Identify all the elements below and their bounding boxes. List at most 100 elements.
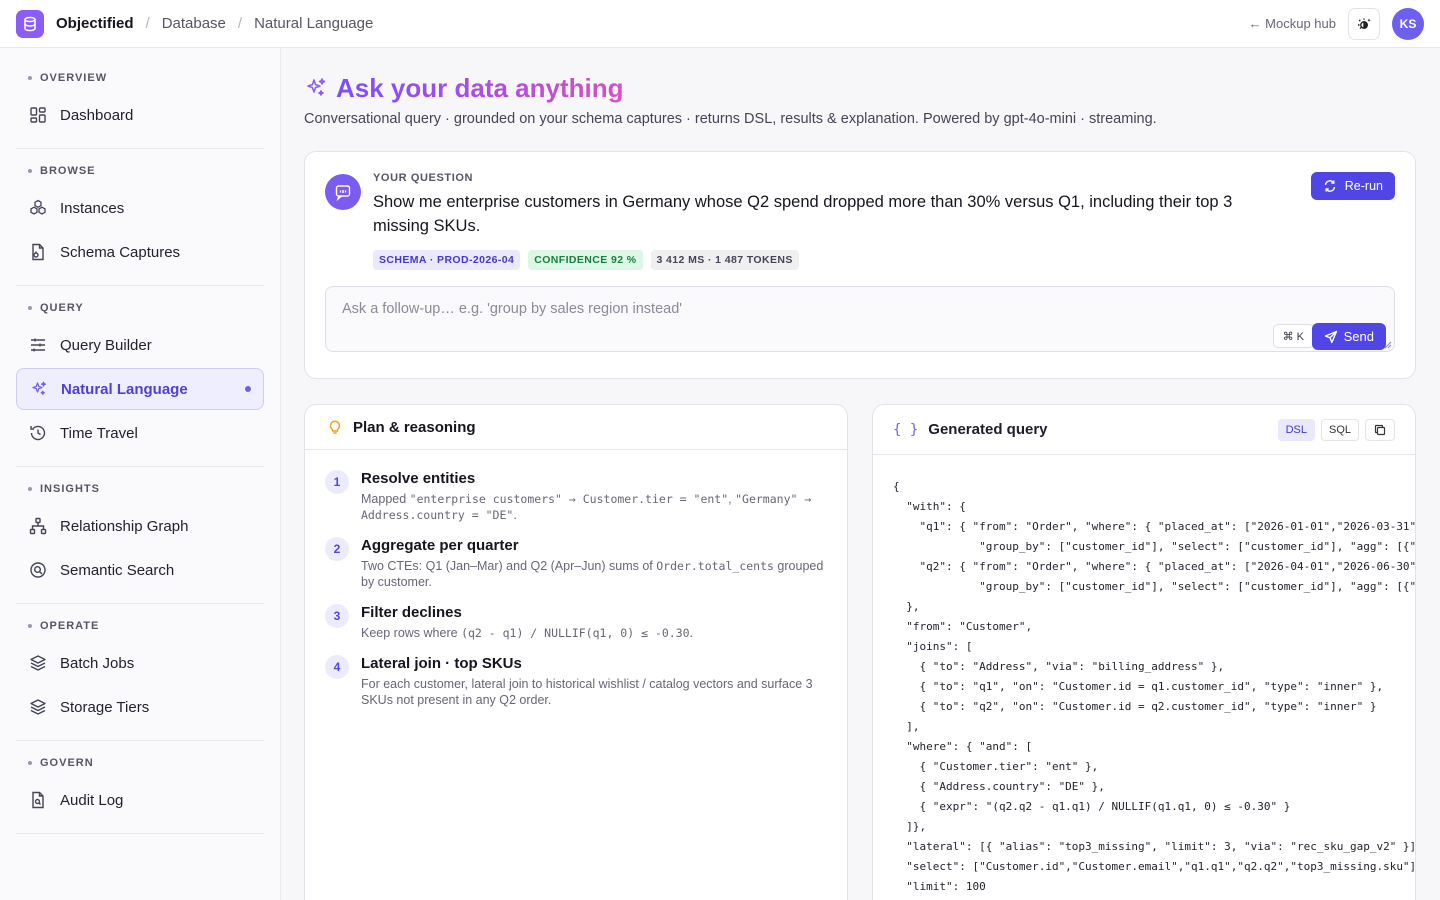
code-line: "joins": [ xyxy=(893,640,973,653)
breadcrumb-natural-language: Natural Language xyxy=(254,15,374,32)
code-line: { "Address.country": "DE" }, xyxy=(893,780,1105,793)
sidebar-item-storage-tiers[interactable]: Storage Tiers xyxy=(16,686,264,728)
theme-icon xyxy=(1358,18,1371,29)
chat-bubble-icon xyxy=(325,174,361,210)
confidence-badge: CONFIDENCE 92 % xyxy=(528,250,643,270)
page-title: Ask your data anything xyxy=(304,72,1416,103)
step-number: 2 xyxy=(325,537,349,561)
graph-icon xyxy=(28,516,48,536)
sidebar-item-query-builder[interactable]: Query Builder xyxy=(16,324,264,366)
nav-section-title: BROWSE xyxy=(16,165,264,177)
code-line: }, xyxy=(893,600,920,613)
sidebar-item-label: Query Builder xyxy=(60,336,152,354)
plan-card-header: Plan & reasoning xyxy=(305,405,847,450)
question-label: YOUR QUESTION xyxy=(373,172,474,184)
code-line: { "to": "q2", "on": "Customer.id = q2.cu… xyxy=(893,700,1377,713)
audit-icon xyxy=(28,790,48,810)
page-heading: Ask your data anything xyxy=(336,72,624,103)
resize-handle-icon[interactable] xyxy=(1384,341,1392,349)
step-title: Filter declines xyxy=(361,604,462,621)
code-line: { xyxy=(893,480,900,493)
active-indicator-dot xyxy=(245,386,251,392)
followup-box: ⌘ K Send xyxy=(325,286,1395,352)
sidebar-item-semantic-search[interactable]: Semantic Search xyxy=(16,549,264,591)
braces-icon: { } xyxy=(893,421,919,438)
lightbulb-icon xyxy=(329,420,341,434)
mockup-hub-link[interactable]: ← Mockup hub xyxy=(1249,16,1336,31)
nav-section-title: INSIGHTS xyxy=(16,483,264,495)
sidebar-item-natural-language[interactable]: Natural Language xyxy=(16,368,264,410)
main-content: Ask your data anything Conversational qu… xyxy=(304,48,1416,900)
code-line: "from": "Customer", xyxy=(893,620,1033,633)
sidebar-item-time-travel[interactable]: Time Travel xyxy=(16,412,264,454)
followup-input[interactable] xyxy=(342,301,1242,317)
step-description: Mapped "enterprise customers" → Customer… xyxy=(361,492,812,522)
step-title: Aggregate per quarter xyxy=(361,537,519,554)
section-dot xyxy=(28,76,32,80)
nav-section-overview: OVERVIEW Dashboard xyxy=(16,48,264,149)
section-dot xyxy=(28,487,32,491)
sidebar-item-dashboard[interactable]: Dashboard xyxy=(16,94,264,136)
section-title-label: OVERVIEW xyxy=(40,72,108,84)
sidebar-item-relationship-graph[interactable]: Relationship Graph xyxy=(16,505,264,547)
nav-section-insights: INSIGHTS Relationship Graph Semantic Searc… xyxy=(16,467,264,604)
sidebar-item-label: Relationship Graph xyxy=(60,517,189,535)
question-card: YOUR QUESTION Show me enterprise custome… xyxy=(304,151,1416,379)
sql-toggle[interactable]: SQL xyxy=(1320,418,1359,441)
sidebar-item-label: Instances xyxy=(60,199,125,217)
plan-step: 2 Aggregate per quarter Two CTEs: Q1 (Jan–… xyxy=(325,537,827,590)
breadcrumb-database[interactable]: Database xyxy=(162,15,226,32)
sidebar-item-label: Time Travel xyxy=(60,424,138,442)
nav-section-query: QUERY Query Builder Natural Language Time T… xyxy=(16,286,264,467)
theme-toggle-button[interactable] xyxy=(1348,7,1380,40)
code-line: "group_by": ["customer_id"], "select": [… xyxy=(979,540,1416,553)
send-label: Send xyxy=(1343,329,1374,344)
brand-name[interactable]: Objectified xyxy=(56,15,134,32)
step-number: 3 xyxy=(325,604,349,628)
nav-section-title: GOVERN xyxy=(16,757,264,769)
sidebar-item-audit-log[interactable]: Audit Log xyxy=(16,779,264,821)
sidebar-item-label: Schema Captures xyxy=(60,243,181,261)
sidebar-item-label: Dashboard xyxy=(60,106,134,124)
code-line: "group_by": ["customer_id"], "select": [… xyxy=(979,580,1416,593)
copy-button[interactable] xyxy=(1365,418,1395,441)
query-card: { } Generated query DSL SQL { "with": { … xyxy=(872,404,1416,900)
code-line: "q1": { "from": "Order", "where": { "pla… xyxy=(893,520,1416,533)
dsl-toggle[interactable]: DSL xyxy=(1277,418,1315,441)
step-number: 1 xyxy=(325,470,349,494)
sidebar-item-schema-captures[interactable]: Schema Captures xyxy=(16,231,264,273)
breadcrumb-separator: / xyxy=(145,15,150,32)
code-line: ], xyxy=(893,720,920,733)
code-line: "with": { xyxy=(893,500,966,513)
breadcrumb-separator: / xyxy=(237,15,243,32)
section-dot xyxy=(28,761,32,765)
sidebar-item-label: Storage Tiers xyxy=(60,698,150,716)
refresh-icon xyxy=(1324,180,1335,192)
question-text: Show me enterprise customers in Germany … xyxy=(373,193,1233,235)
plan-step: 1 Resolve entities Mapped "enterprise cust… xyxy=(325,470,827,523)
top-bar: Objectified / Database / Natural Languag… xyxy=(0,0,1440,48)
step-description: Two CTEs: Q1 (Jan–Mar) and Q2 (Apr–Jun) … xyxy=(361,559,824,589)
code-line: "limit": 100 xyxy=(893,880,986,893)
sidebar-item-label: Natural Language xyxy=(61,380,188,398)
sidebar-item-label: Batch Jobs xyxy=(60,654,135,672)
instances-icon xyxy=(28,198,48,218)
rerun-label: Re-run xyxy=(1344,179,1383,193)
query-card-header: { } Generated query DSL SQL xyxy=(873,405,1415,455)
code-line: "where": { "and": [ xyxy=(893,740,1033,753)
user-avatar[interactable]: KS xyxy=(1392,7,1424,40)
database-logo-icon[interactable] xyxy=(16,9,44,38)
nav-section-operate: OPERATE Batch Jobs Storage Tiers xyxy=(16,604,264,741)
nav-section-title: OPERATE xyxy=(16,620,264,632)
step-title: Lateral join · top SKUs xyxy=(361,655,522,672)
plan-step: 3 Filter declines Keep rows where (q2 - q1… xyxy=(325,604,827,641)
schema-badge: SCHEMA · PROD-2026-04 xyxy=(373,250,521,270)
rerun-button[interactable]: Re-run xyxy=(1310,172,1395,200)
send-button[interactable]: Send xyxy=(1311,323,1386,350)
sidebar-item-instances[interactable]: Instances xyxy=(16,187,264,229)
sidebar-item-batch-jobs[interactable]: Batch Jobs xyxy=(16,642,264,684)
query-code: { "with": { "q1": { "from": "Order", "wh… xyxy=(893,477,1416,897)
section-title-label: GOVERN xyxy=(40,757,94,769)
sidebar-item-label: Semantic Search xyxy=(60,561,175,579)
plan-card: Plan & reasoning 1 Resolve entities Mapped… xyxy=(304,404,848,900)
